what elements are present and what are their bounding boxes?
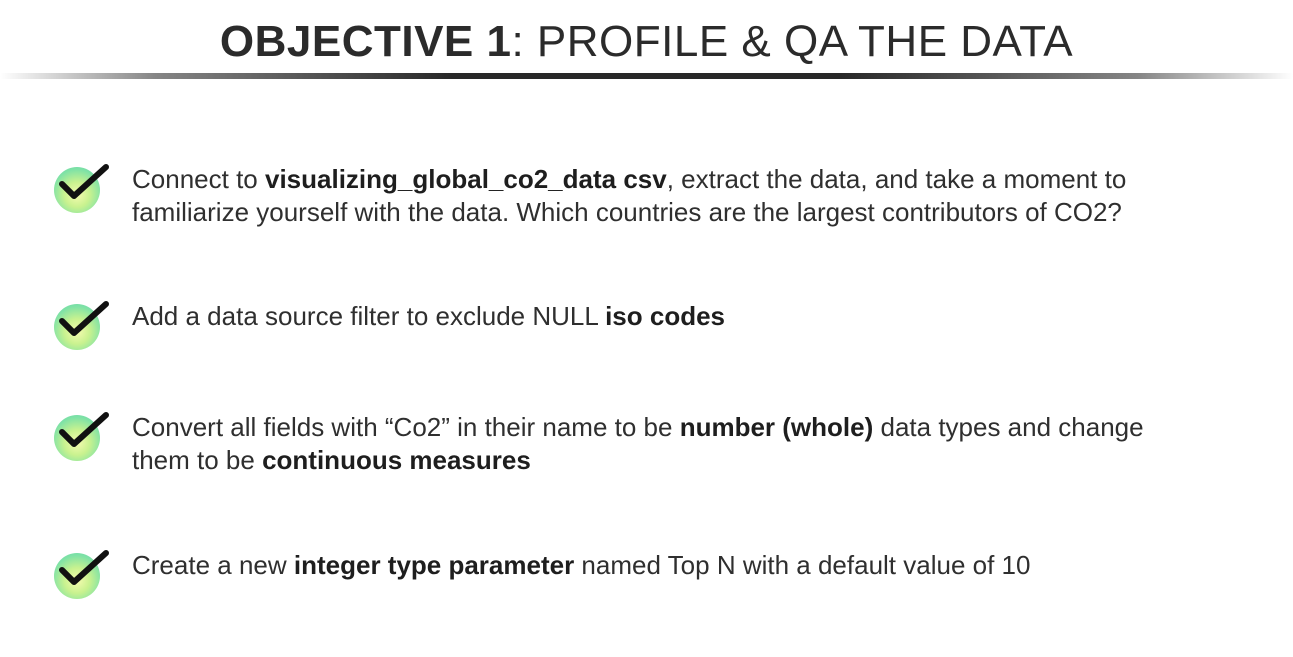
bold-text-span: iso codes	[605, 301, 726, 331]
bold-text-span: number (whole)	[679, 412, 874, 442]
text-span: named Top N with a default value of 10	[574, 550, 1031, 580]
text-span: them to be	[132, 445, 263, 475]
checkmark-icon	[52, 411, 109, 461]
objective-item-text: Create a new integer type parameter name…	[132, 549, 1030, 582]
objective-item-text: Add a data source filter to exclude NULL…	[132, 300, 725, 333]
objective-item-line: Create a new integer type parameter name…	[132, 549, 1030, 582]
objective-item: Connect to visualizing_global_co2_data c…	[52, 163, 1252, 229]
objective-item: Add a data source filter to exclude NULL…	[52, 300, 1252, 350]
text-span: Convert all fields with “Co2” in their n…	[132, 412, 680, 442]
objective-item-line: Connect to visualizing_global_co2_data c…	[132, 163, 1126, 196]
objective-item: Create a new integer type parameter name…	[52, 549, 1252, 599]
bold-text-span: continuous measures	[262, 445, 531, 475]
title-bold-part: OBJECTIVE 1	[219, 17, 512, 66]
title-divider	[0, 73, 1293, 79]
text-span: data types and change	[873, 412, 1144, 442]
checkmark-icon	[52, 300, 109, 350]
text-span: Connect to	[132, 164, 265, 194]
objective-item-line: familiarize yourself with the data. Whic…	[132, 196, 1126, 229]
objective-item-text: Convert all fields with “Co2” in their n…	[132, 411, 1144, 477]
objective-item: Convert all fields with “Co2” in their n…	[52, 411, 1252, 477]
page-title: OBJECTIVE 1: PROFILE & QA THE DATA	[0, 14, 1293, 70]
title-rest-part: : PROFILE & QA THE DATA	[511, 17, 1074, 66]
objective-item-text: Connect to visualizing_global_co2_data c…	[132, 163, 1126, 229]
objective-item-line: Add a data source filter to exclude NULL…	[132, 300, 725, 333]
text-span: , extract the data, and take a moment to	[666, 164, 1127, 194]
text-span: Add a data source filter to exclude NULL	[132, 301, 606, 331]
bold-text-span: integer type parameter	[293, 550, 575, 580]
text-span: Create a new	[132, 550, 294, 580]
slide: OBJECTIVE 1: PROFILE & QA THE DATA Conne…	[0, 0, 1293, 657]
bold-text-span: visualizing_global_co2_data csv	[264, 164, 667, 194]
objective-item-line: them to be continuous measures	[132, 444, 1144, 477]
checkmark-icon	[52, 549, 109, 599]
text-span: familiarize yourself with the data. Whic…	[132, 197, 1122, 227]
objective-item-line: Convert all fields with “Co2” in their n…	[132, 411, 1144, 444]
checkmark-icon	[52, 163, 109, 213]
